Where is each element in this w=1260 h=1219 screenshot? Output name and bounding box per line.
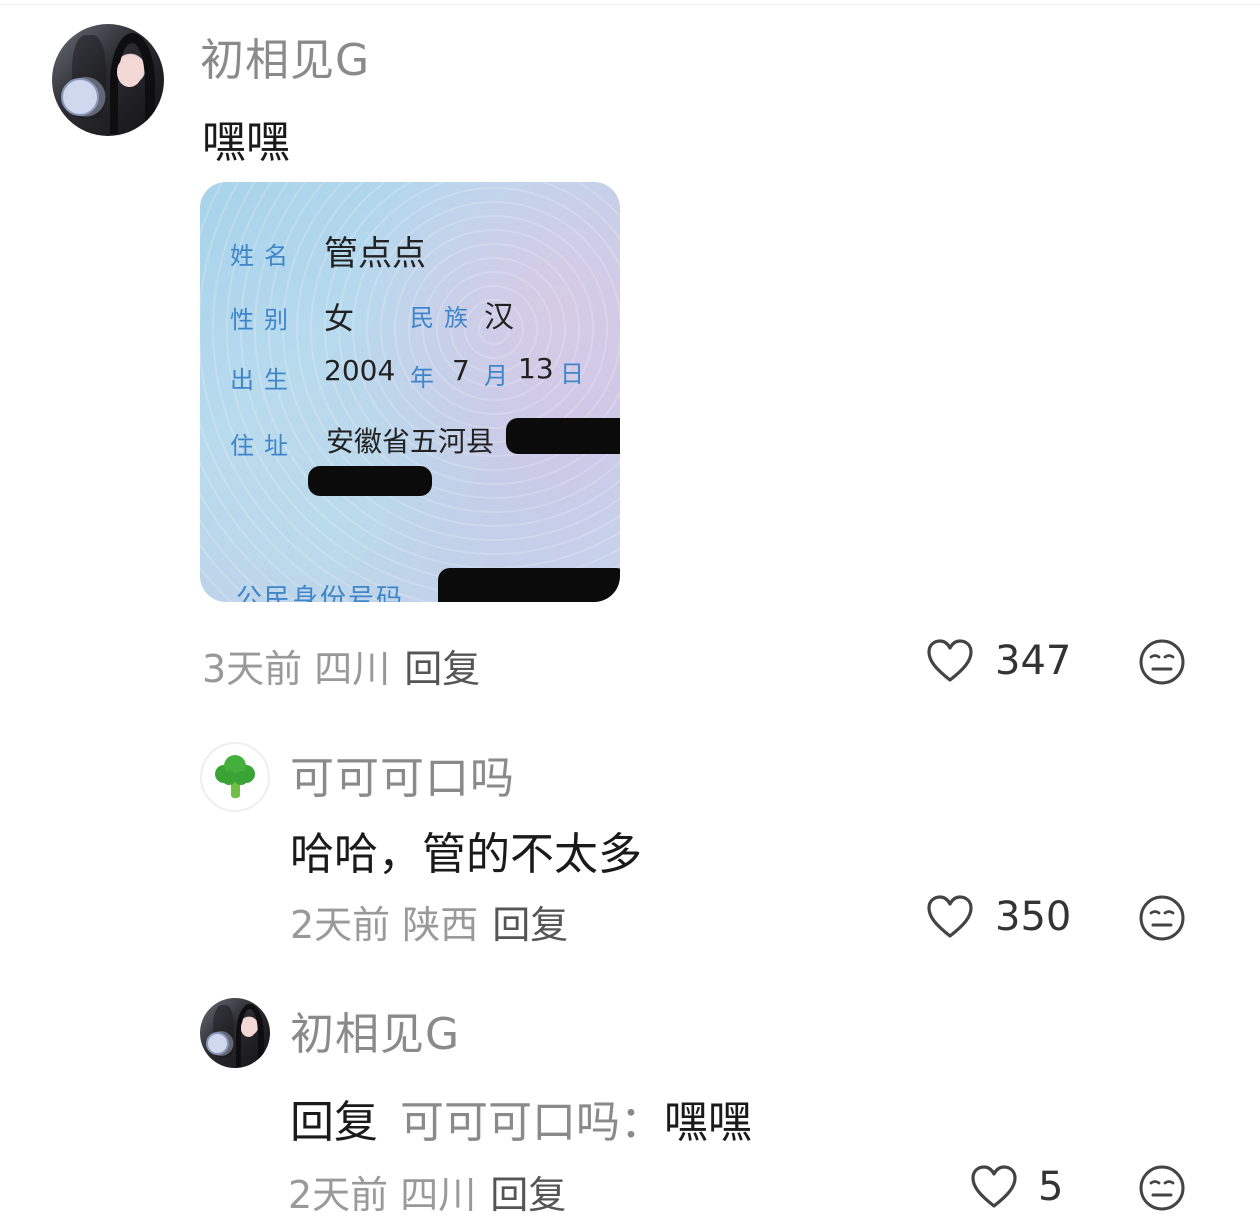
like-button[interactable] [970,1164,1018,1210]
comment-text: 哈哈，管的不太多 [290,829,642,880]
id-day-char: 日 [560,360,584,388]
dislike-button[interactable] [1138,1164,1186,1212]
id-name-label: 姓名 [230,242,298,270]
comment-meta: 3天前 四川 回复 [202,638,480,693]
comment-meta: 2天前 陕西 回复 [290,894,568,949]
comment-image[interactable]: 姓名 管点点 性别 女 民族 汉 出生 2004 年 7 月 13 日 住址 安… [200,182,620,602]
comment-username[interactable]: 初相见G [290,998,460,1062]
comment-location: 四川 [314,647,391,691]
id-gender-value: 女 [324,302,354,337]
like-count: 347 [995,638,1072,684]
redaction-bar [438,568,620,602]
comment-text: 回复 可可可口吗：嘿嘿 [290,1086,752,1150]
meh-face-icon [1139,1165,1185,1211]
heart-outline-icon [927,895,973,938]
top-divider [0,4,1260,5]
comment-time: 3天前 [202,647,303,691]
comment-location: 四川 [400,1173,477,1217]
id-gender-label: 性别 [230,306,298,334]
avatar[interactable] [200,998,270,1068]
reply-text: 嘿嘿 [664,1097,752,1148]
dislike-button[interactable] [1138,638,1186,686]
comment-text: 嘿嘿 [202,117,290,168]
redaction-bar [308,466,432,496]
id-birth-label: 出生 [230,366,298,394]
avatar[interactable] [52,24,164,136]
meh-face-icon [1139,895,1185,941]
id-birth-year: 2004 [324,354,396,387]
reply-target-user[interactable]: 可可可口吗： [400,1097,664,1148]
like-count: 5 [1038,1164,1064,1210]
comment-meta: 2天前 四川 回复 [288,1164,566,1219]
like-count: 350 [995,894,1072,940]
meh-face-icon [1139,639,1185,685]
id-name-value: 管点点 [324,234,426,274]
redaction-bar [506,418,620,454]
comment-username[interactable]: 初相见G [200,24,370,88]
reply-button[interactable]: 回复 [404,647,480,691]
like-button[interactable] [926,894,974,940]
avatar[interactable] [200,742,270,812]
comment-location: 陕西 [402,903,479,947]
id-birth-month: 7 [452,354,470,387]
id-number-label: 公民身份号码 [236,584,405,602]
heart-outline-icon [971,1165,1017,1208]
reply-button[interactable]: 回复 [490,1173,566,1217]
broccoli-icon [215,755,255,798]
id-address-label: 住址 [230,432,298,460]
reply-button[interactable]: 回复 [492,903,568,947]
id-ethnicity-value: 汉 [484,300,514,335]
comment-username[interactable]: 可可可口吗 [290,742,515,806]
id-month-char: 月 [484,362,508,390]
comment-time: 2天前 [290,903,391,947]
dislike-button[interactable] [1138,894,1186,942]
id-birth-day: 13 [518,352,554,385]
id-year-char: 年 [410,364,434,392]
id-ethnicity-label: 民族 [410,304,478,332]
id-address-value: 安徽省五河县 [326,425,495,458]
heart-outline-icon [927,639,973,682]
reply-prefix: 回复 [290,1097,378,1148]
comment-time: 2天前 [288,1173,389,1217]
like-button[interactable] [926,638,974,684]
